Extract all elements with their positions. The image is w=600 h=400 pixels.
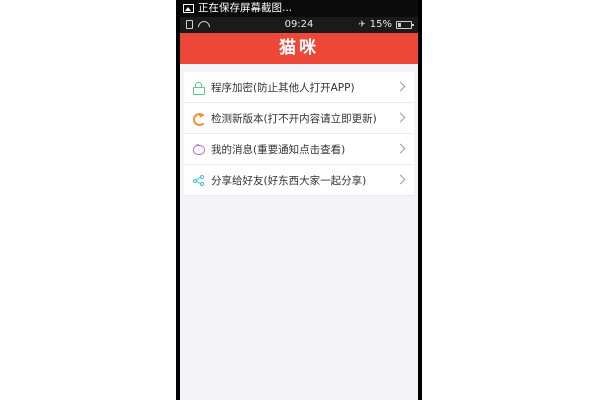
screenshot-icon: [183, 4, 194, 13]
notification-text: 正在保存屏幕截图...: [198, 2, 293, 14]
menu-item-label: 我的消息(重要通知点击查看): [211, 143, 346, 156]
menu-item-check-update[interactable]: 检测新版本(打不开内容请立即更新): [184, 103, 414, 134]
share-icon: [193, 174, 204, 186]
message-icon: [193, 141, 205, 155]
chevron-right-icon: [395, 143, 406, 154]
menu-item-messages[interactable]: 我的消息(重要通知点击查看): [184, 134, 414, 165]
menu-item-share[interactable]: 分享给好友(好东西大家一起分享): [184, 165, 414, 196]
chevron-right-icon: [395, 112, 406, 123]
refresh-icon: [193, 112, 206, 126]
phone-screen: 正在保存屏幕截图... 09:24 ✈ 15% 猫咪 程序加密(防止其他人打开A…: [180, 0, 418, 400]
lock-icon: [193, 81, 205, 95]
menu-item-label: 检测新版本(打不开内容请立即更新): [211, 112, 377, 125]
phone-frame: 正在保存屏幕截图... 09:24 ✈ 15% 猫咪 程序加密(防止其他人打开A…: [176, 0, 422, 400]
battery-icon: [396, 21, 414, 29]
app-header: 猫咪: [180, 33, 418, 64]
chevron-right-icon: [395, 81, 406, 92]
battery-percent: 15%: [369, 19, 392, 30]
menu-list: 程序加密(防止其他人打开APP) 检测新版本(打不开内容请立即更新) 我的消息(…: [180, 72, 418, 196]
menu-item-label: 程序加密(防止其他人打开APP): [211, 81, 355, 94]
menu-item-label: 分享给好友(好东西大家一起分享): [211, 174, 367, 187]
mute-icon: ✈: [358, 20, 366, 30]
page-title: 猫咪: [279, 38, 319, 58]
notification-bar: 正在保存屏幕截图...: [180, 0, 418, 17]
left-margin: [0, 0, 176, 400]
right-margin: [422, 0, 600, 400]
chevron-right-icon: [395, 174, 406, 185]
menu-item-encrypt[interactable]: 程序加密(防止其他人打开APP): [184, 72, 414, 103]
status-bar: 09:24 ✈ 15%: [180, 17, 418, 33]
